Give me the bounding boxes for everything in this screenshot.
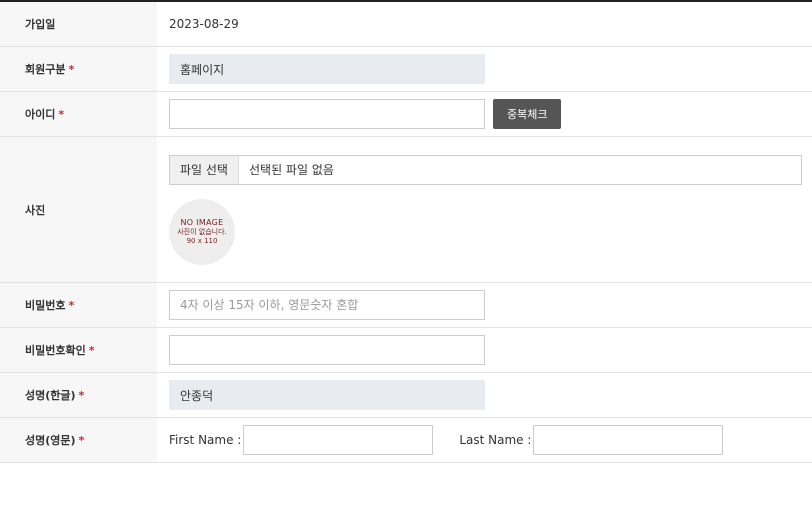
- user-id-input[interactable]: [169, 99, 485, 129]
- user-id-label: 아이디 *: [0, 92, 157, 136]
- required-mark: *: [68, 62, 75, 76]
- member-type-label: 회원구분 *: [0, 47, 157, 91]
- row-name-english: 성명(영문) * First Name : Last Name :: [0, 418, 812, 463]
- file-status-text: 선택된 파일 없음: [248, 163, 334, 177]
- name-korean-field[interactable]: [169, 380, 485, 410]
- password-confirm-value-cell: [157, 328, 812, 372]
- photo-value-cell: 파일 선택 선택된 파일 없음 NO IMAGE 사진이 없습니다. 90 x …: [157, 137, 812, 282]
- first-name-label: First Name :: [169, 433, 242, 447]
- no-image-size: 90 x 110: [186, 236, 218, 245]
- password-confirm-input[interactable]: [169, 335, 485, 365]
- photo-block: 파일 선택 선택된 파일 없음 NO IMAGE 사진이 없습니다. 90 x …: [169, 137, 802, 282]
- password-confirm-label: 비밀번호확인 *: [0, 328, 157, 372]
- member-type-value-cell: [157, 47, 812, 91]
- photo-label: 사진: [0, 137, 157, 282]
- password-value-cell: [157, 283, 812, 327]
- last-name-input[interactable]: [533, 425, 724, 455]
- first-name-input[interactable]: [243, 425, 434, 455]
- name-english-value-cell: First Name : Last Name :: [157, 418, 812, 462]
- row-photo: 사진 파일 선택 선택된 파일 없음 NO IMAGE 사진이 없습니다. 90…: [0, 137, 812, 283]
- name-english-label: 성명(영문) *: [0, 418, 157, 462]
- password-input[interactable]: [169, 290, 485, 320]
- row-name-korean: 성명(한글) *: [0, 373, 812, 418]
- required-mark: *: [68, 298, 75, 312]
- member-type-field[interactable]: [169, 54, 485, 84]
- no-image-title: NO IMAGE: [180, 217, 224, 227]
- row-member-type: 회원구분 *: [0, 47, 812, 92]
- required-mark: *: [88, 343, 95, 357]
- required-mark: *: [78, 388, 85, 402]
- required-mark: *: [78, 433, 85, 447]
- no-image-message: 사진이 없습니다.: [177, 227, 227, 236]
- required-mark: *: [58, 107, 65, 121]
- last-name-label: Last Name :: [459, 433, 532, 447]
- join-date-label: 가입일: [0, 2, 157, 46]
- file-select-button[interactable]: 파일 선택: [170, 155, 239, 184]
- duplicate-check-button[interactable]: 중복체크: [493, 99, 562, 129]
- row-user-id: 아이디 * 중복체크: [0, 92, 812, 137]
- file-input[interactable]: 파일 선택 선택된 파일 없음: [169, 154, 802, 185]
- row-password-confirm: 비밀번호확인 *: [0, 328, 812, 373]
- member-form: 가입일 2023-08-29 회원구분* 아이디* 중복체크 사진 파일 선택: [0, 0, 812, 463]
- user-id-value-cell: 중복체크: [157, 92, 812, 136]
- name-korean-label: 성명(한글) *: [0, 373, 157, 417]
- join-date-value: 2023-08-29: [169, 17, 239, 31]
- join-date-value-cell: 2023-08-29: [157, 2, 812, 46]
- no-image-placeholder: NO IMAGE 사진이 없습니다. 90 x 110: [169, 198, 235, 265]
- row-password: 비밀번호 *: [0, 283, 812, 328]
- password-label: 비밀번호 *: [0, 283, 157, 327]
- name-korean-value-cell: [157, 373, 812, 417]
- row-join-date: 가입일 2023-08-29: [0, 2, 812, 47]
